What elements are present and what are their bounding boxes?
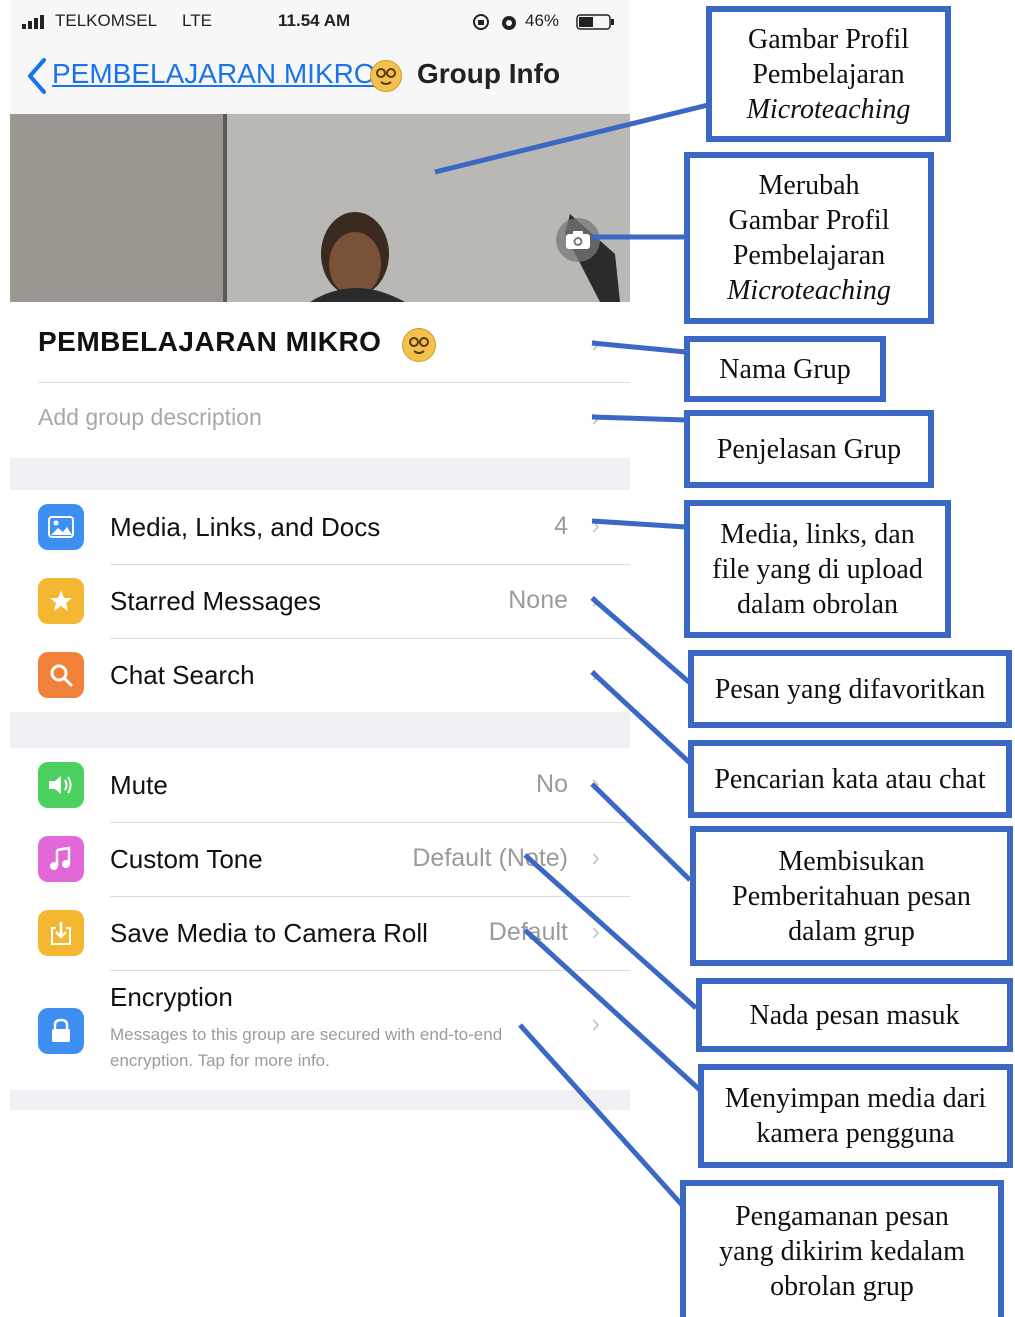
annotation-media: Media, links, dan file yang di upload dala… xyxy=(684,500,951,638)
annotation-group-name: Nama Grup xyxy=(684,336,886,402)
annotation-profile-picture: Gambar Profil Pembelajaran Microteaching xyxy=(706,6,951,142)
annotation-mute: Membisukan Pemberitahuan pesan dalam grup xyxy=(690,826,1013,966)
annotation-tone: Nada pesan masuk xyxy=(696,978,1013,1052)
annotation-save-media: Menyimpan media dari kamera pengguna xyxy=(698,1064,1013,1168)
annotation-group-description: Penjelasan Grup xyxy=(684,410,934,488)
annotation-search: Pencarian kata atau chat xyxy=(688,740,1012,818)
annotation-encryption: Pengamanan pesan yang dikirim kedalam obro… xyxy=(680,1180,1004,1317)
annotation-change-profile-picture: Merubah Gambar Profil Pembelajaran Microtea… xyxy=(684,152,934,324)
annotation-starred: Pesan yang difavoritkan xyxy=(688,650,1012,728)
